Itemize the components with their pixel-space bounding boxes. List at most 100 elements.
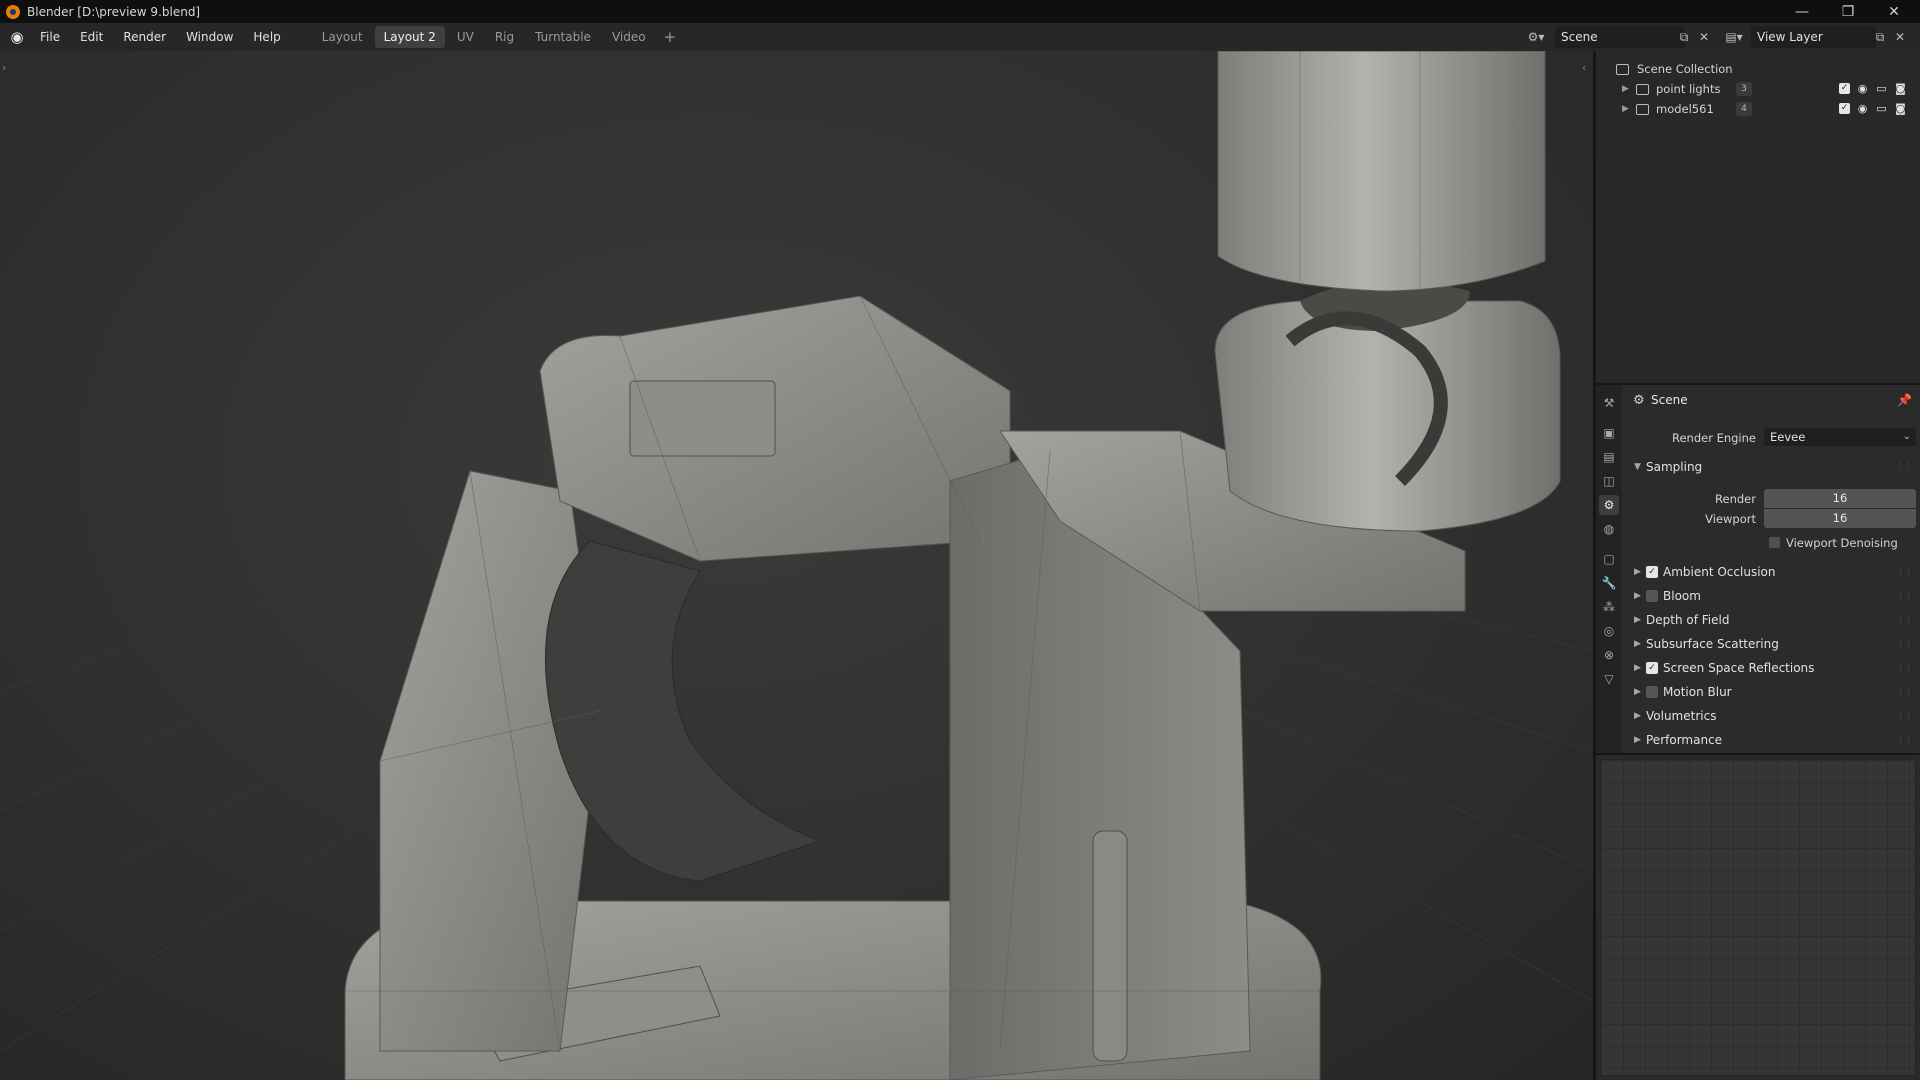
close-icon[interactable]: ✕ [1872,0,1916,23]
toolbar-toggle-icon[interactable]: › [2,61,6,74]
panel-subsurface-scattering[interactable]: ▶ Subsurface Scattering ⋮⋮ [1624,633,1920,655]
outliner-item-point-lights[interactable]: ▶ point lights 3 ✓ ◉ ▭ ◙ [1596,79,1920,99]
drag-grip-icon[interactable]: ⋮⋮ [1896,687,1913,697]
expand-icon: ▶ [1634,615,1641,625]
menu-help[interactable]: Help [243,23,290,51]
view-layer-selector[interactable]: View Layer [1751,26,1876,48]
view-layer-tab-icon[interactable]: ◫ [1599,471,1619,491]
panel-title: Bloom [1663,589,1701,603]
eye-icon[interactable]: ◉ [1856,102,1869,115]
3d-viewport[interactable]: › ‹ [0,51,1593,1080]
render-tab-icon[interactable]: ▣ [1599,423,1619,443]
world-tab-icon[interactable]: ◍ [1599,519,1619,539]
constraints-tab-icon[interactable]: ⊗ [1599,645,1619,665]
monitor-icon[interactable]: ▭ [1875,82,1888,95]
tab-video[interactable]: Video [603,26,655,48]
drag-grip-icon[interactable]: ⋮⋮ [1896,615,1913,625]
panel-screen-space-reflections[interactable]: ▶ ✓ Screen Space Reflections ⋮⋮ [1624,657,1920,679]
drag-grip-icon[interactable]: ⋮⋮ [1896,639,1913,649]
panel-sampling[interactable]: ▼ Sampling ⋮⋮ [1624,456,1920,478]
menu-file[interactable]: File [30,23,70,51]
exclude-checkbox[interactable]: ✓ [1839,103,1850,114]
menu-window[interactable]: Window [176,23,243,51]
panel-title: Sampling [1646,460,1703,474]
tab-layout-2[interactable]: Layout 2 [374,26,445,48]
object-tab-icon[interactable]: ▢ [1599,549,1619,569]
scene-browse-icon[interactable]: ⚙▾ [1524,26,1548,48]
modifier-tab-icon[interactable]: 🔧 [1599,573,1619,593]
tab-rig[interactable]: Rig [486,26,523,48]
vertical-divider[interactable] [1593,51,1596,1080]
outliner-scene-collection[interactable]: Scene Collection [1596,59,1920,79]
view-layer-browse-icon[interactable]: ▤▾ [1722,26,1746,48]
panel-volumetrics[interactable]: ▶ Volumetrics ⋮⋮ [1624,705,1920,727]
drag-grip-icon[interactable]: ⋮⋮ [1896,462,1913,472]
maximize-icon[interactable]: ❐ [1826,0,1870,23]
output-tab-icon[interactable]: ▤ [1599,447,1619,467]
panel-depth-of-field[interactable]: ▶ Depth of Field ⋮⋮ [1624,609,1920,631]
panel-motion-blur[interactable]: ▶ Motion Blur ⋮⋮ [1624,681,1920,703]
viewport-scene [0,51,1593,1080]
tab-uv[interactable]: UV [448,26,483,48]
properties-header: ⚙ Scene 📌 [1624,385,1920,415]
menu-render[interactable]: Render [113,23,176,51]
tab-layout[interactable]: Layout [313,26,372,48]
mesh-count-badge: 4 [1736,102,1752,116]
window-title: Blender [D:\preview 9.blend] [27,4,201,19]
motion-blur-checkbox[interactable] [1646,686,1658,698]
drag-grip-icon[interactable]: ⋮⋮ [1896,735,1913,745]
expand-icon: ▶ [1634,687,1641,697]
drag-grip-icon[interactable]: ⋮⋮ [1896,591,1913,601]
scene-name: Scene [1561,30,1598,44]
ssr-checkbox[interactable]: ✓ [1646,662,1658,674]
collapse-icon: ▼ [1634,462,1641,472]
bloom-checkbox[interactable] [1646,590,1658,602]
blender-logo-icon[interactable]: ◉ [4,23,30,51]
title-bar: Blender [D:\preview 9.blend] — ❐ ✕ [0,0,1920,23]
panel-title: Screen Space Reflections [1663,661,1815,675]
data-tab-icon[interactable]: ▽ [1599,669,1619,689]
minimize-icon[interactable]: — [1780,0,1824,23]
menu-edit[interactable]: Edit [70,23,113,51]
camera-icon[interactable]: ◙ [1894,102,1907,115]
bottom-editor[interactable] [1596,755,1920,1080]
collection-icon [1636,103,1649,115]
exclude-checkbox[interactable]: ✓ [1839,83,1850,94]
panel-bloom[interactable]: ▶ Bloom ⋮⋮ [1624,585,1920,607]
top-cylinder [1217,51,1546,292]
handle [1092,830,1128,1062]
particles-tab-icon[interactable]: ⁂ [1599,597,1619,617]
scene-icon: ⚙ [1633,392,1645,408]
panel-ambient-occlusion[interactable]: ▶ ✓ Ambient Occlusion ⋮⋮ [1624,561,1920,583]
drag-grip-icon[interactable]: ⋮⋮ [1896,567,1913,577]
monitor-icon[interactable]: ▭ [1875,102,1888,115]
tab-turntable[interactable]: Turntable [526,26,600,48]
physics-tab-icon[interactable]: ◎ [1599,621,1619,641]
drag-grip-icon[interactable]: ⋮⋮ [1896,711,1913,721]
eye-icon[interactable]: ◉ [1856,82,1869,95]
viewport-samples-field[interactable]: 16 [1764,509,1916,528]
horizontal-divider-top[interactable] [1596,383,1920,385]
viewport-denoising-checkbox[interactable] [1769,537,1780,548]
pin-icon[interactable]: 📌 [1897,393,1912,407]
delete-view-layer-icon[interactable]: ✕ [1888,26,1912,48]
camera-icon[interactable]: ◙ [1894,82,1907,95]
collection-icon [1636,83,1649,95]
panel-performance[interactable]: ▶ Performance ⋮⋮ [1624,729,1920,751]
scene-tab-icon[interactable]: ⚙ [1599,495,1619,515]
ambient-occlusion-checkbox[interactable]: ✓ [1646,566,1658,578]
sidebar-toggle-icon[interactable]: ‹ [1582,61,1586,74]
viewport-samples-label: Viewport [1705,512,1756,526]
horizontal-divider-bottom[interactable] [1596,753,1920,755]
expand-icon[interactable]: ▶ [1622,104,1629,114]
tool-tab-icon[interactable]: ⚒ [1599,393,1619,413]
render-engine-dropdown[interactable]: Eevee ⌄ [1764,428,1916,446]
outliner-item-model561[interactable]: ▶ model561 4 ✓ ◉ ▭ ◙ [1596,99,1920,119]
add-workspace-button[interactable]: + [658,28,683,46]
delete-scene-icon[interactable]: ✕ [1692,26,1716,48]
render-samples-field[interactable]: 16 [1764,489,1916,508]
scene-selector[interactable]: Scene [1555,26,1685,48]
drag-grip-icon[interactable]: ⋮⋮ [1896,663,1913,673]
collection-name: model561 [1656,102,1714,116]
expand-icon[interactable]: ▶ [1622,84,1629,94]
